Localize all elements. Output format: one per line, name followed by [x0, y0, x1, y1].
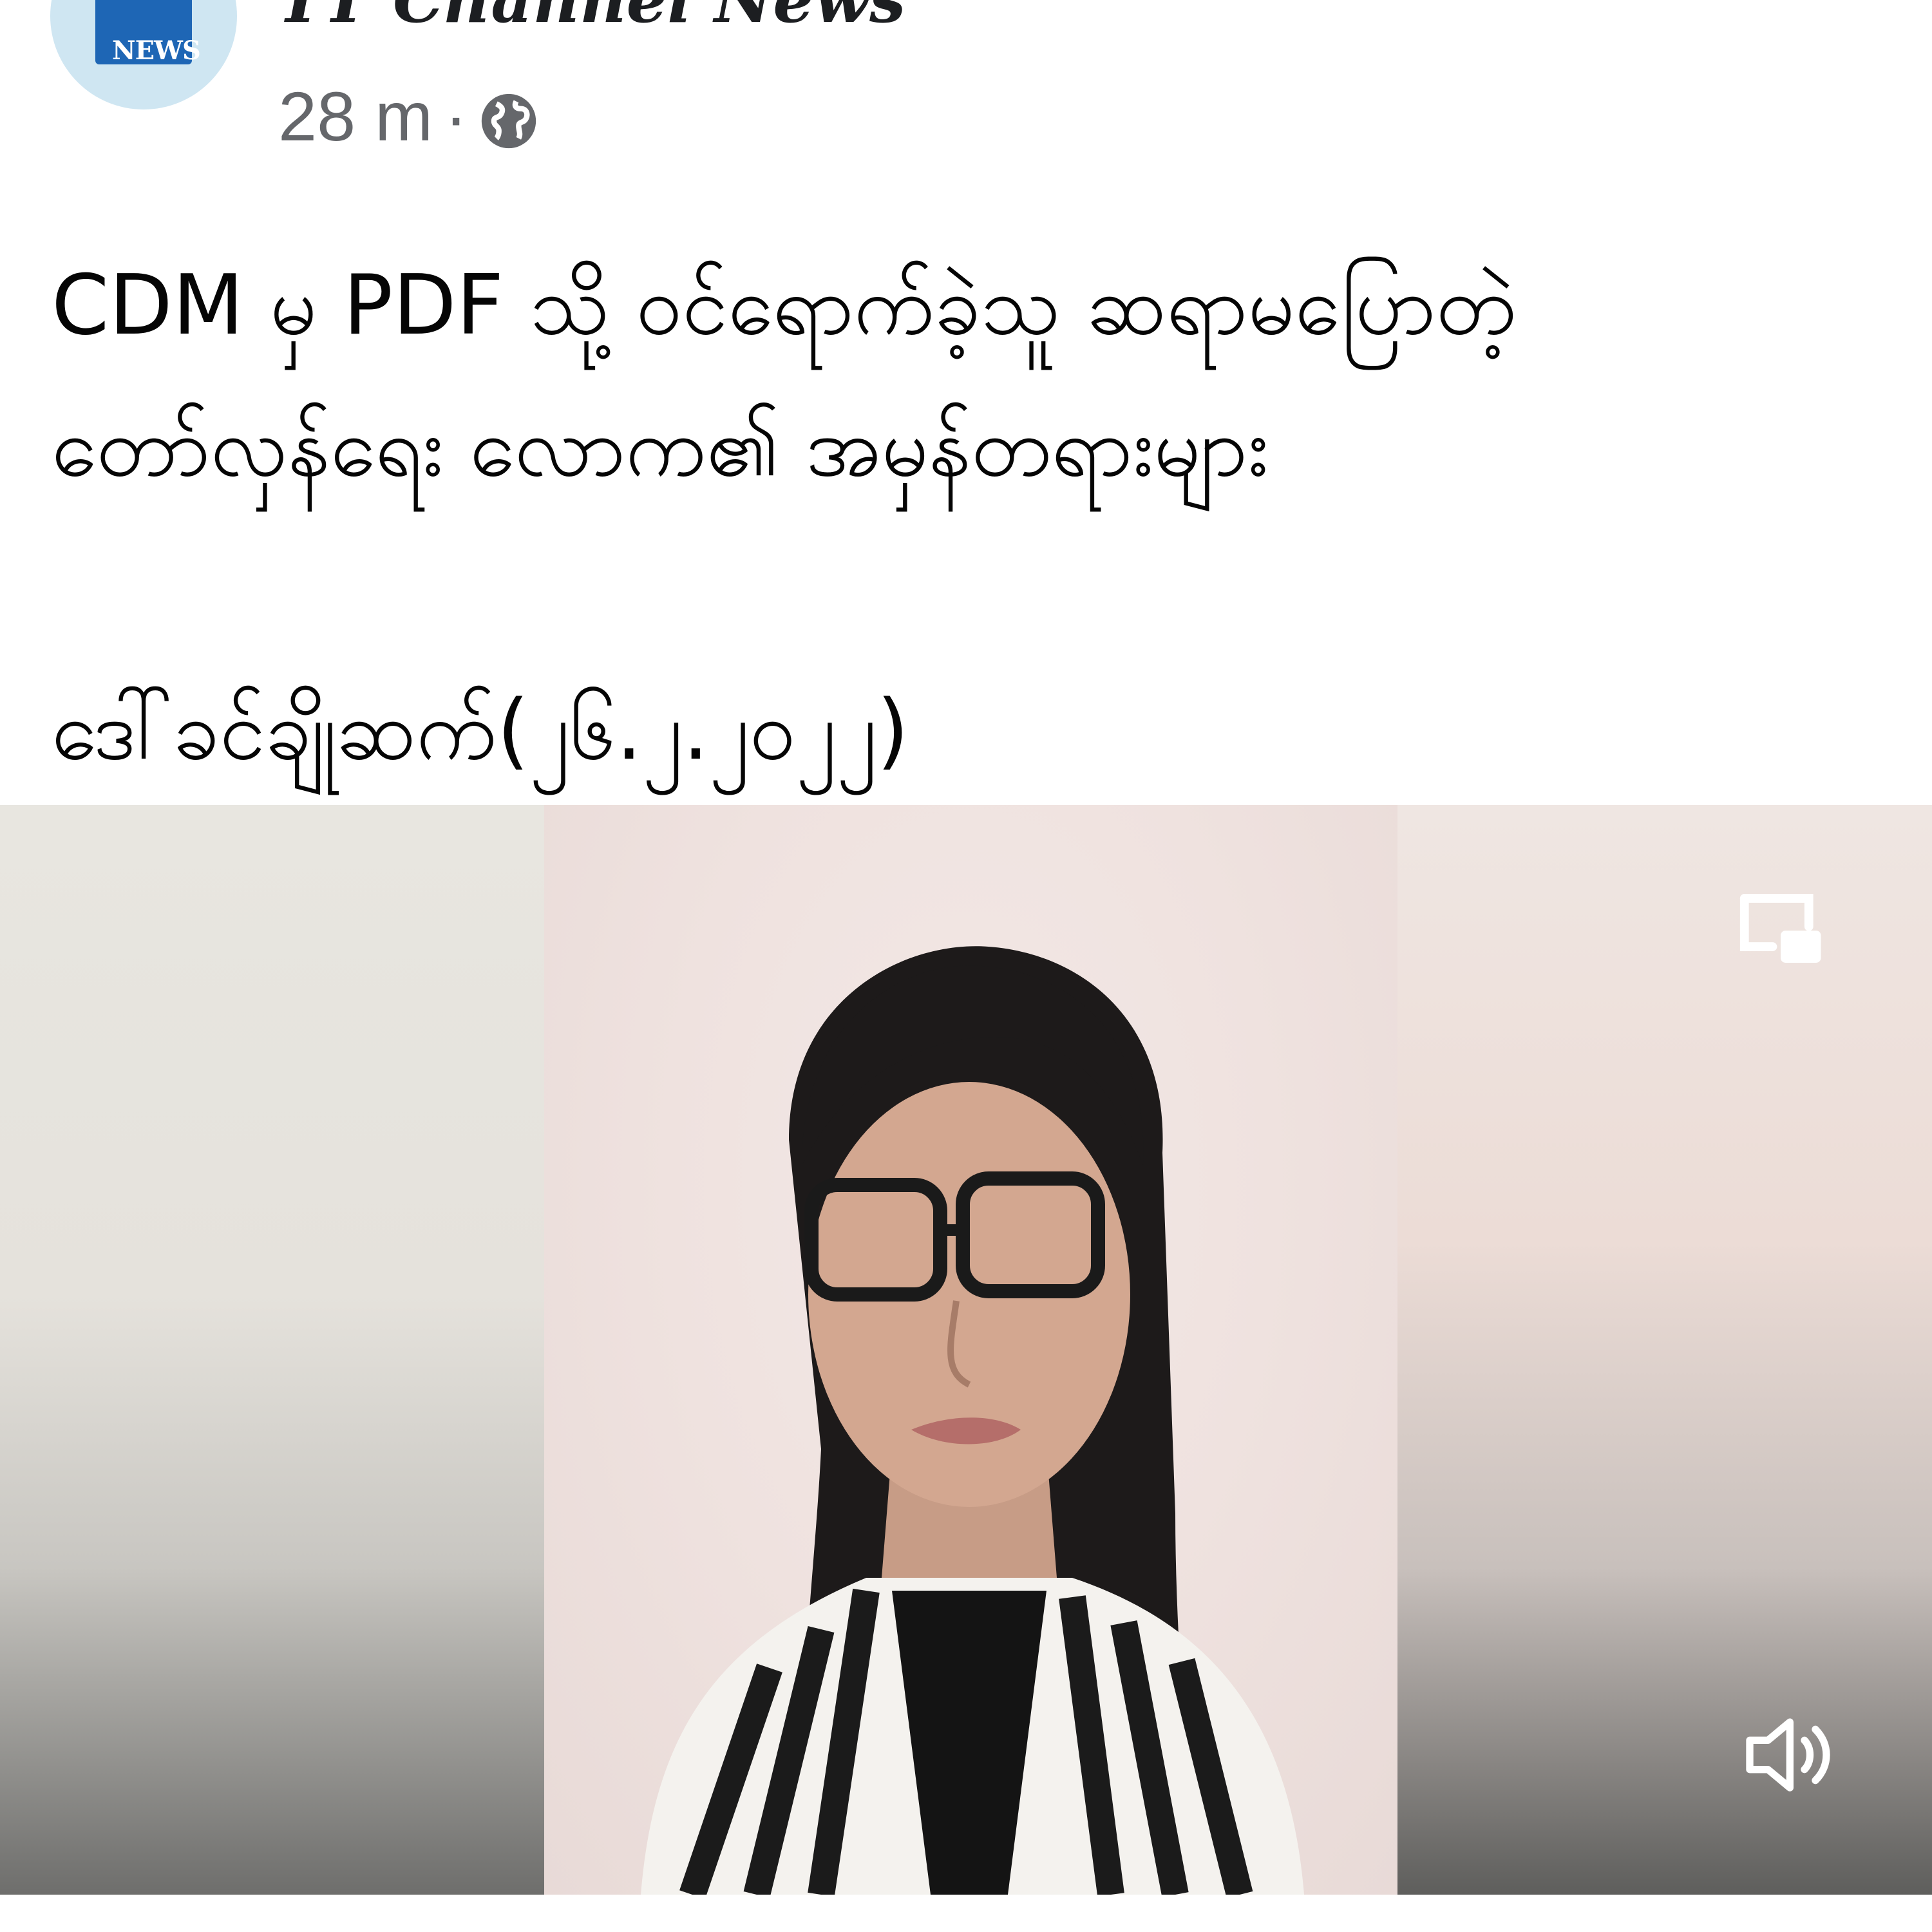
- volume-icon[interactable]: [1739, 1710, 1848, 1800]
- video-player[interactable]: [0, 805, 1932, 1895]
- page-name[interactable]: TT Channel News: [277, 0, 905, 37]
- globe-icon: [479, 86, 538, 149]
- speaker-figure: [641, 946, 1304, 1895]
- post-caption: CDM မှ PDF သို့ ဝင်ရောက်ခဲ့သူ ဆရာမပြောတဲ…: [52, 235, 1893, 802]
- caption-line-3: ဒေါ်ခင်ချိုဆက်(၂၆.၂.၂၀၂၂): [52, 683, 909, 779]
- avatar-label: NEWS: [112, 35, 201, 66]
- video-blur-right: [1397, 805, 1932, 1895]
- caption-line-1: CDM မှ PDF သို့ ဝင်ရောက်ခဲ့သူ ဆရာမပြောတဲ…: [52, 258, 1517, 354]
- caption-line-2: တော်လှန်ရေး လောက၏ အမှန်တရားများ: [52, 399, 1269, 495]
- facebook-post: NEWS TT Channel News 28 m · CDM မှ PDF သ…: [0, 0, 1932, 1932]
- video-frame[interactable]: [544, 805, 1397, 1895]
- picture-in-picture-icon[interactable]: [1732, 882, 1829, 979]
- page-avatar[interactable]: NEWS: [50, 0, 237, 109]
- video-blur-left: [0, 805, 544, 1895]
- post-meta: 28 m ·: [278, 77, 538, 155]
- meta-separator: ·: [444, 77, 468, 155]
- post-bottom: [0, 1895, 1932, 1932]
- post-time[interactable]: 28 m: [278, 76, 433, 156]
